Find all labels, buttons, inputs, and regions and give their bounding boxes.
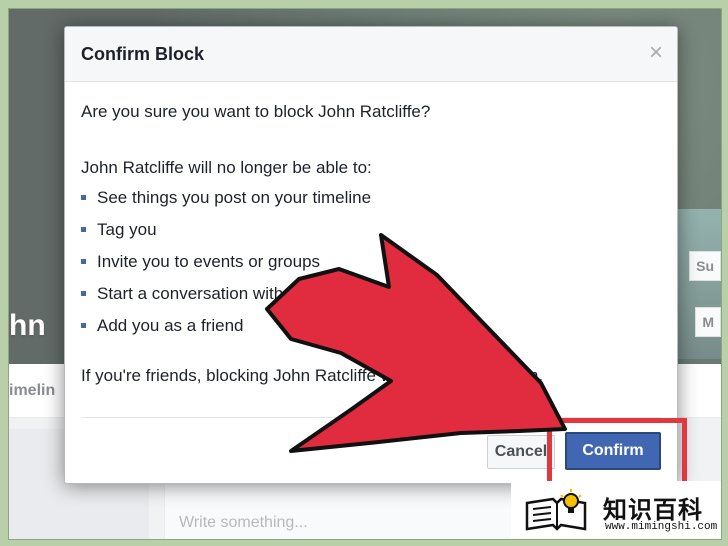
block-consequences-list: See things you post on your timeline Tag… <box>81 184 661 344</box>
bullet-icon <box>81 227 86 232</box>
book-lightbulb-icon <box>525 489 587 531</box>
bullet-icon <box>81 323 86 328</box>
list-item: Tag you <box>81 216 661 248</box>
list-item-text: Invite you to events or groups <box>97 252 321 271</box>
list-item: Start a conversation with you <box>81 280 661 312</box>
bullet-icon <box>81 259 86 264</box>
list-item: Add you as a friend <box>81 312 661 344</box>
unfriend-note: If you're friends, blocking John Ratclif… <box>81 366 544 385</box>
dialog-header: Confirm Block × <box>65 27 677 82</box>
watermark-url: www.mimingshi.com <box>605 521 718 533</box>
dialog-body: Are you sure you want to block John Ratc… <box>65 102 677 386</box>
list-item-text: Tag you <box>97 220 157 239</box>
close-icon[interactable]: × <box>649 39 663 67</box>
list-item-text: Add you as a friend <box>97 316 244 335</box>
bullet-icon <box>81 195 86 200</box>
block-question: Are you sure you want to block John Ratc… <box>81 102 431 121</box>
dialog-title: Confirm Block <box>81 44 205 64</box>
list-item: See things you post on your timeline <box>81 184 661 216</box>
list-item-text: See things you post on your timeline <box>97 188 372 207</box>
cancel-button[interactable]: Cancel <box>487 435 555 469</box>
watermark: 知识百科 www.mimingshi.com <box>511 481 721 539</box>
screenshot-frame: hn Su M imelin Write something... Confir… <box>8 8 722 540</box>
bullet-icon <box>81 291 86 296</box>
confirm-button[interactable]: Confirm <box>565 432 661 470</box>
watermark-brand: 知识百科 <box>603 497 703 524</box>
list-item: Invite you to events or groups <box>81 248 661 280</box>
list-item-text: Start a conversation with you <box>97 284 316 303</box>
confirm-block-dialog: Confirm Block × Are you sure you want to… <box>64 26 687 488</box>
block-intro: John Ratcliffe will no longer be able to… <box>81 158 372 177</box>
